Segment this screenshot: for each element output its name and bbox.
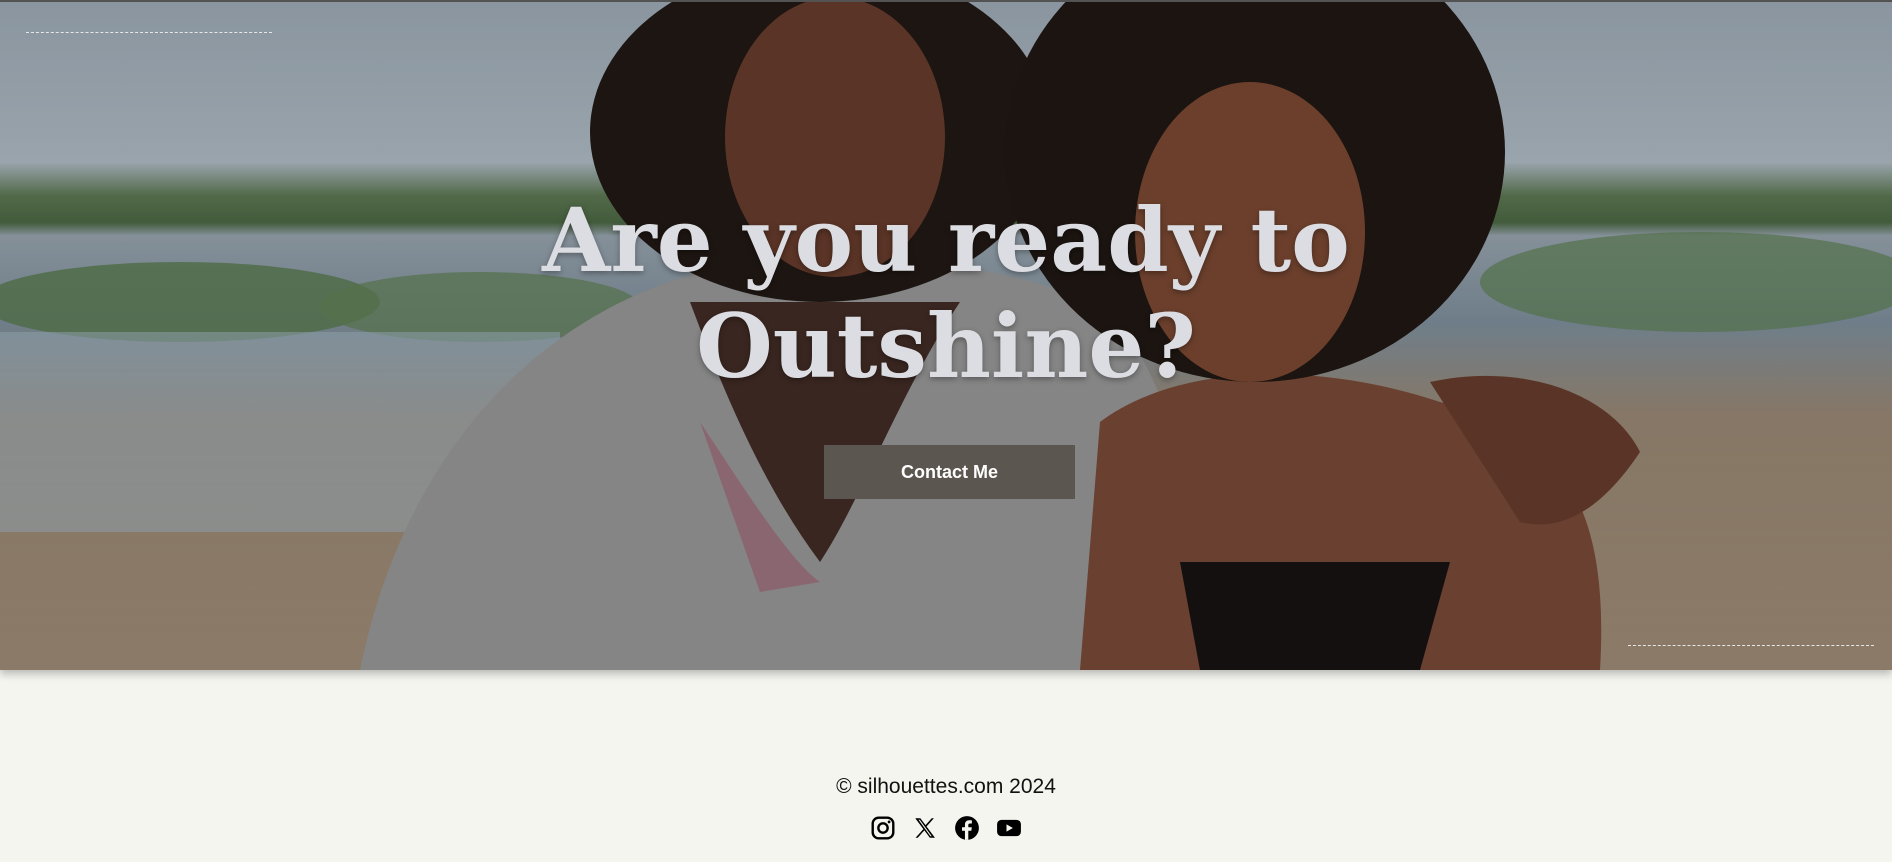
hero-banner: Are you ready to Outshine? Contact Me: [0, 2, 1892, 670]
contact-me-button[interactable]: Contact Me: [824, 445, 1075, 499]
headline-line-2: Outshine?: [696, 294, 1196, 398]
instagram-icon[interactable]: [870, 815, 896, 841]
youtube-icon[interactable]: [996, 815, 1022, 841]
copyright-text: © silhouettes.com 2024: [836, 775, 1056, 798]
x-icon[interactable]: [912, 815, 938, 841]
social-links: [0, 815, 1892, 841]
decorative-dashed-line-bottom: [1628, 645, 1874, 646]
decorative-dashed-line-top: [26, 32, 272, 33]
headline-line-1: Are you ready to: [542, 188, 1350, 292]
facebook-icon[interactable]: [954, 815, 980, 841]
hero-headline: Are you ready to Outshine?: [0, 187, 1892, 399]
